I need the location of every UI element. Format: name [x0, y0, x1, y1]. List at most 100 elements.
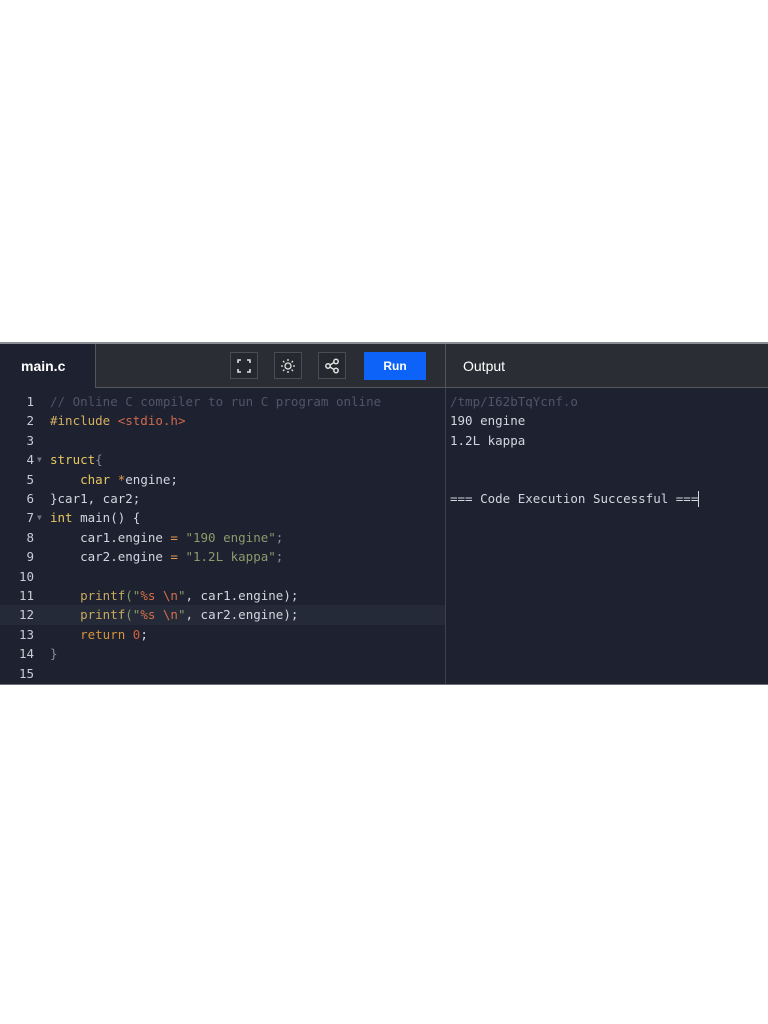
- code-line[interactable]: 8 car1.engine = "190 engine";: [0, 528, 445, 547]
- code-token: ;: [140, 626, 148, 642]
- code-token: // Online C compiler to run C program on…: [50, 394, 382, 409]
- code-token: ;: [275, 529, 284, 545]
- code-token: , car2.engine);: [185, 607, 299, 623]
- code-token: char: [80, 471, 111, 487]
- line-number: 4: [26, 452, 34, 468]
- line-number: 8: [26, 529, 34, 545]
- share-icon: [325, 358, 339, 373]
- sun-icon: [281, 358, 295, 373]
- text-cursor: [698, 491, 700, 508]
- code-token: ;: [275, 549, 284, 565]
- code-token: }: [50, 646, 58, 662]
- output-path: /tmp/I62bTqYcnf.o: [450, 394, 578, 409]
- line-number: 1: [26, 394, 34, 409]
- code-token: =: [170, 529, 178, 545]
- code-token: "190 engine": [177, 529, 276, 545]
- code-token: #include: [50, 413, 118, 429]
- code-token: car1.engine: [50, 529, 171, 545]
- code-line[interactable]: 4 ▼ struct{: [0, 450, 445, 469]
- output-line: 190 engine: [450, 413, 526, 429]
- output-line: === Code Execution Successful ===: [450, 490, 700, 508]
- code-text: return 0;: [50, 625, 148, 644]
- code-token: (": [125, 588, 141, 603]
- run-button[interactable]: Run: [364, 352, 426, 380]
- line-number: 10: [18, 568, 34, 584]
- code-token: car2.engine: [50, 549, 171, 565]
- line-number: 11: [18, 588, 34, 603]
- code-line[interactable]: 9 car2.engine = "1.2L kappa";: [0, 547, 445, 566]
- code-line[interactable]: 1 // Online C compiler to run C program o…: [0, 392, 445, 411]
- code-line[interactable]: 14}: [0, 644, 445, 663]
- code-token: {: [95, 452, 103, 468]
- line-number: 15: [18, 665, 34, 681]
- code-text: // Online C compiler to run C program on…: [50, 392, 381, 411]
- tab-main-c[interactable]: main.c: [0, 344, 95, 388]
- code-line[interactable]: 7 ▼ int main() {: [0, 508, 445, 527]
- code-token: int: [50, 510, 73, 526]
- code-token: printf: [80, 607, 126, 623]
- code-line[interactable]: 10: [0, 567, 445, 586]
- line-number: 5: [26, 471, 34, 487]
- code-line[interactable]: 3: [0, 431, 445, 450]
- fullscreen-button[interactable]: [230, 352, 258, 379]
- code-token: %s \n: [140, 607, 178, 623]
- line-number: 14: [18, 646, 34, 662]
- code-token: engine;: [125, 471, 178, 487]
- line-number: 2: [26, 413, 34, 429]
- code-token: =: [170, 549, 178, 565]
- code-token: , car1.engine);: [185, 588, 299, 603]
- code-token: main() {: [72, 510, 141, 526]
- output-title: Output: [463, 358, 506, 374]
- output-line: 1.2L kappa: [450, 432, 526, 448]
- line-number: 13: [18, 626, 34, 642]
- code-token: printf: [80, 588, 126, 603]
- code-token: <stdio.h>: [117, 413, 186, 429]
- code-line[interactable]: 15: [0, 664, 445, 683]
- output-header: Output: [445, 344, 768, 388]
- line-number: 3: [26, 432, 34, 448]
- code-text: printf("%s \n", car2.engine);: [50, 605, 298, 624]
- pane-divider[interactable]: [445, 388, 446, 684]
- fold-arrow-icon[interactable]: ▼: [37, 508, 42, 527]
- fold-arrow-icon[interactable]: ▼: [37, 450, 42, 469]
- line-number: 6: [26, 491, 34, 506]
- code-line[interactable]: 12 printf("%s \n", car2.engine);: [0, 605, 445, 625]
- line-number: 12: [18, 607, 34, 623]
- code-text: struct{: [50, 450, 103, 469]
- code-text: }car1, car2;: [50, 489, 140, 508]
- code-text: car2.engine = "1.2L kappa";: [50, 547, 283, 566]
- fullscreen-icon: [237, 358, 251, 373]
- line-number: 9: [26, 549, 34, 565]
- compiler-app: main.c Run Output 1 // Online C compiler …: [0, 342, 768, 685]
- code-token: }car1, car2;: [50, 491, 141, 506]
- code-token: ": [177, 607, 186, 623]
- share-button[interactable]: [318, 352, 346, 379]
- code-line[interactable]: 2 #include <stdio.h>: [0, 411, 445, 430]
- line-number: 7: [26, 510, 34, 526]
- editor-toolbar: Run: [95, 344, 445, 388]
- code-text: #include <stdio.h>: [50, 411, 185, 430]
- code-editor[interactable]: 1 // Online C compiler to run C program o…: [0, 388, 445, 684]
- code-token: %s \n: [140, 588, 178, 603]
- code-token: return: [80, 626, 126, 642]
- code-text: car1.engine = "190 engine";: [50, 528, 283, 547]
- code-text: int main() {: [50, 508, 140, 527]
- code-line[interactable]: 5 char *engine;: [0, 470, 445, 489]
- code-token: "1.2L kappa": [177, 549, 276, 565]
- code-line[interactable]: 11 printf("%s \n", car1.engine);: [0, 586, 445, 605]
- code-token: ": [177, 588, 186, 603]
- code-line[interactable]: 6 }car1, car2;: [0, 489, 445, 508]
- code-line[interactable]: 13 return 0;: [0, 625, 445, 644]
- code-token: struct: [50, 452, 96, 468]
- theme-toggle-button[interactable]: [274, 352, 302, 379]
- tab-label: main.c: [21, 358, 66, 374]
- code-text: printf("%s \n", car1.engine);: [50, 586, 298, 605]
- code-text: }: [50, 644, 58, 663]
